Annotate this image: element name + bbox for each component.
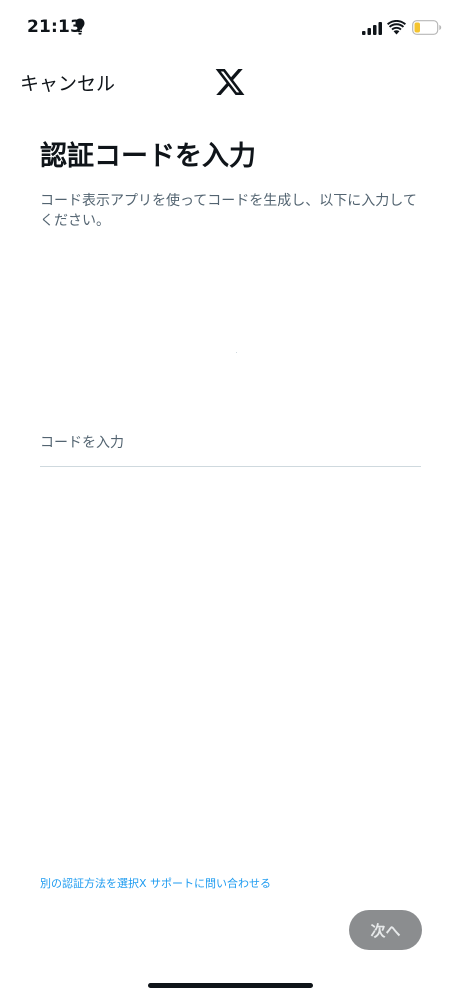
contact-support-link[interactable]: X サポートに問い合わせる	[139, 877, 271, 890]
wifi-icon	[387, 20, 406, 35]
decorative-dot	[236, 352, 237, 353]
lightbulb-icon	[75, 18, 85, 35]
status-time: 21:13	[27, 17, 83, 37]
home-indicator	[148, 983, 313, 988]
bottom-links: 別の認証方法を選択X サポートに問い合わせる	[40, 875, 271, 891]
code-field	[40, 420, 421, 467]
code-input[interactable]	[40, 420, 421, 466]
nav-bar: キャンセル	[0, 56, 461, 108]
page-title: 認証コードを入力	[40, 141, 256, 172]
x-logo-icon	[215, 69, 245, 95]
cellular-signal-icon	[362, 22, 382, 35]
battery-low-icon	[412, 20, 442, 35]
page-description: コード表示アプリを使ってコードを生成し、以下に入力してください。	[40, 193, 417, 229]
choose-other-method-link[interactable]: 別の認証方法を選択	[40, 877, 139, 890]
cancel-button[interactable]: キャンセル	[20, 69, 115, 96]
next-button[interactable]: 次へ	[349, 910, 422, 950]
status-bar: 21:13	[0, 0, 461, 56]
